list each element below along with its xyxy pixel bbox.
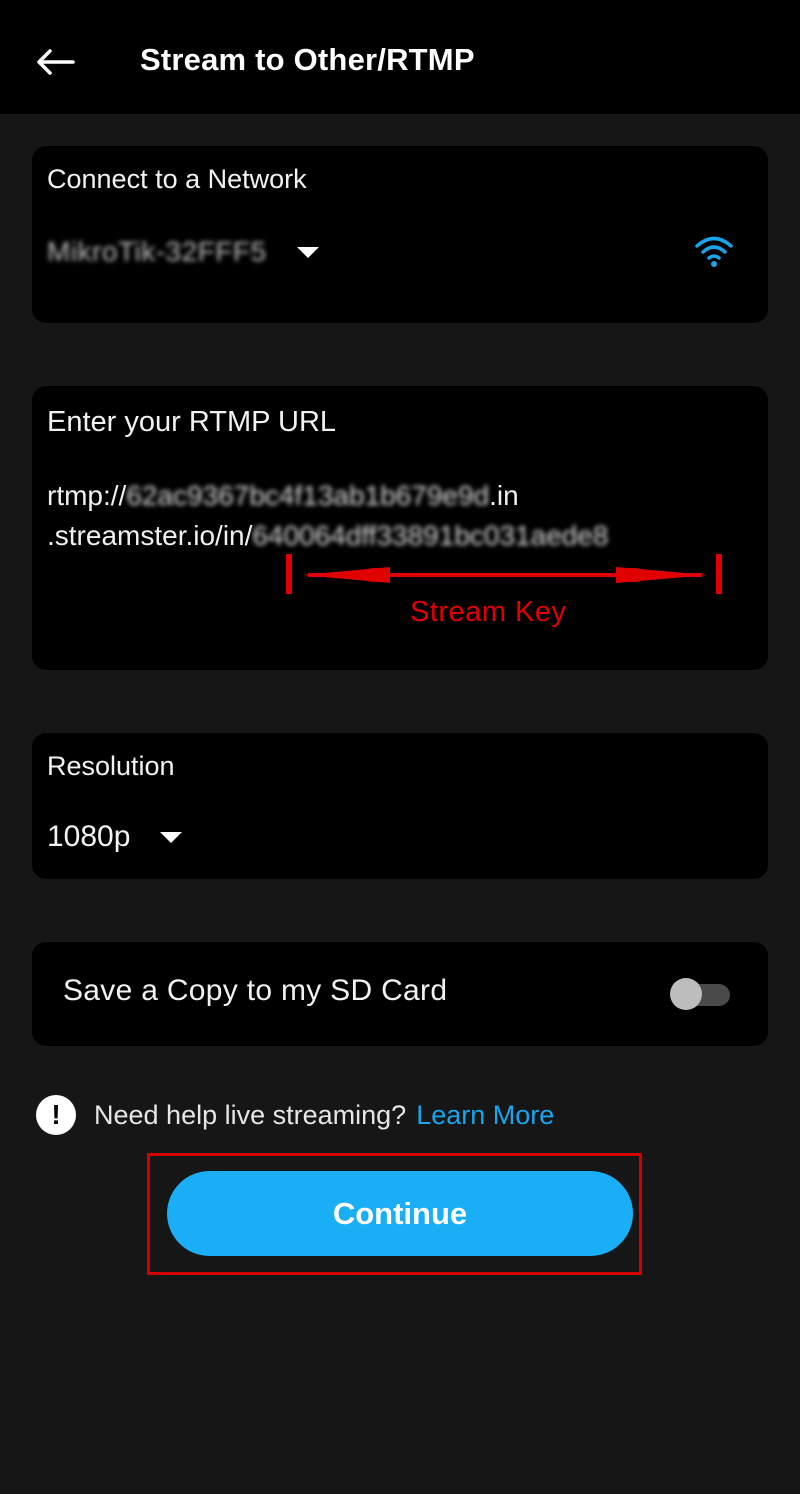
continue-button[interactable]: Continue [167, 1171, 633, 1256]
url-line2-prefix: .streamster.io/in/ [47, 520, 253, 551]
resolution-label: Resolution [47, 751, 175, 781]
url-line1-suffix: .in [489, 480, 519, 511]
sd-card-label: Save a Copy to my SD Card [63, 974, 448, 1007]
wifi-icon [695, 236, 733, 267]
toggle-knob [670, 978, 702, 1010]
arrow-left-icon [37, 49, 75, 75]
help-row: ! Need help live streaming? Learn More [36, 1094, 554, 1136]
url-prefix: rtmp:// [47, 480, 127, 511]
network-dropdown[interactable]: MikroTik-32FFF5 [47, 232, 319, 272]
rtmp-card[interactable]: Enter your RTMP URL rtmp://62ac9367bc4f1… [32, 386, 768, 670]
stream-key-annotation-arrow [286, 554, 722, 594]
caret-down-icon [160, 831, 183, 843]
learn-more-link[interactable]: Learn More [416, 1100, 554, 1131]
rtmp-label: Enter your RTMP URL [47, 406, 337, 438]
exclamation-icon: ! [36, 1095, 76, 1135]
resolution-value: 1080p [47, 820, 131, 853]
url-host-blurred: 62ac9367bc4f13ab1b679e9d [126, 480, 490, 511]
sd-card-toggle[interactable] [670, 978, 730, 1010]
network-card: Connect to a Network MikroTik-32FFF5 [32, 146, 768, 323]
stream-key-blurred: 640064dff33891bc031aede8 [252, 520, 609, 551]
stream-key-annotation-label: Stream Key [410, 596, 567, 628]
network-name: MikroTik-32FFF5 [47, 236, 267, 267]
help-text: Need help live streaming? [94, 1099, 407, 1130]
network-label: Connect to a Network [47, 164, 307, 194]
app-header: Stream to Other/RTMP [0, 0, 800, 114]
resolution-dropdown[interactable]: 1080p [47, 817, 183, 857]
caret-down-icon [296, 246, 319, 258]
sd-card-row: Save a Copy to my SD Card [32, 942, 768, 1046]
rtmp-url-line-1[interactable]: rtmp://62ac9367bc4f13ab1b679e9d.in [47, 480, 519, 512]
page-title: Stream to Other/RTMP [140, 42, 475, 77]
rtmp-url-line-2[interactable]: .streamster.io/in/640064dff33891bc031aed… [47, 520, 608, 552]
resolution-card: Resolution 1080p [32, 733, 768, 879]
back-button[interactable] [30, 40, 80, 84]
